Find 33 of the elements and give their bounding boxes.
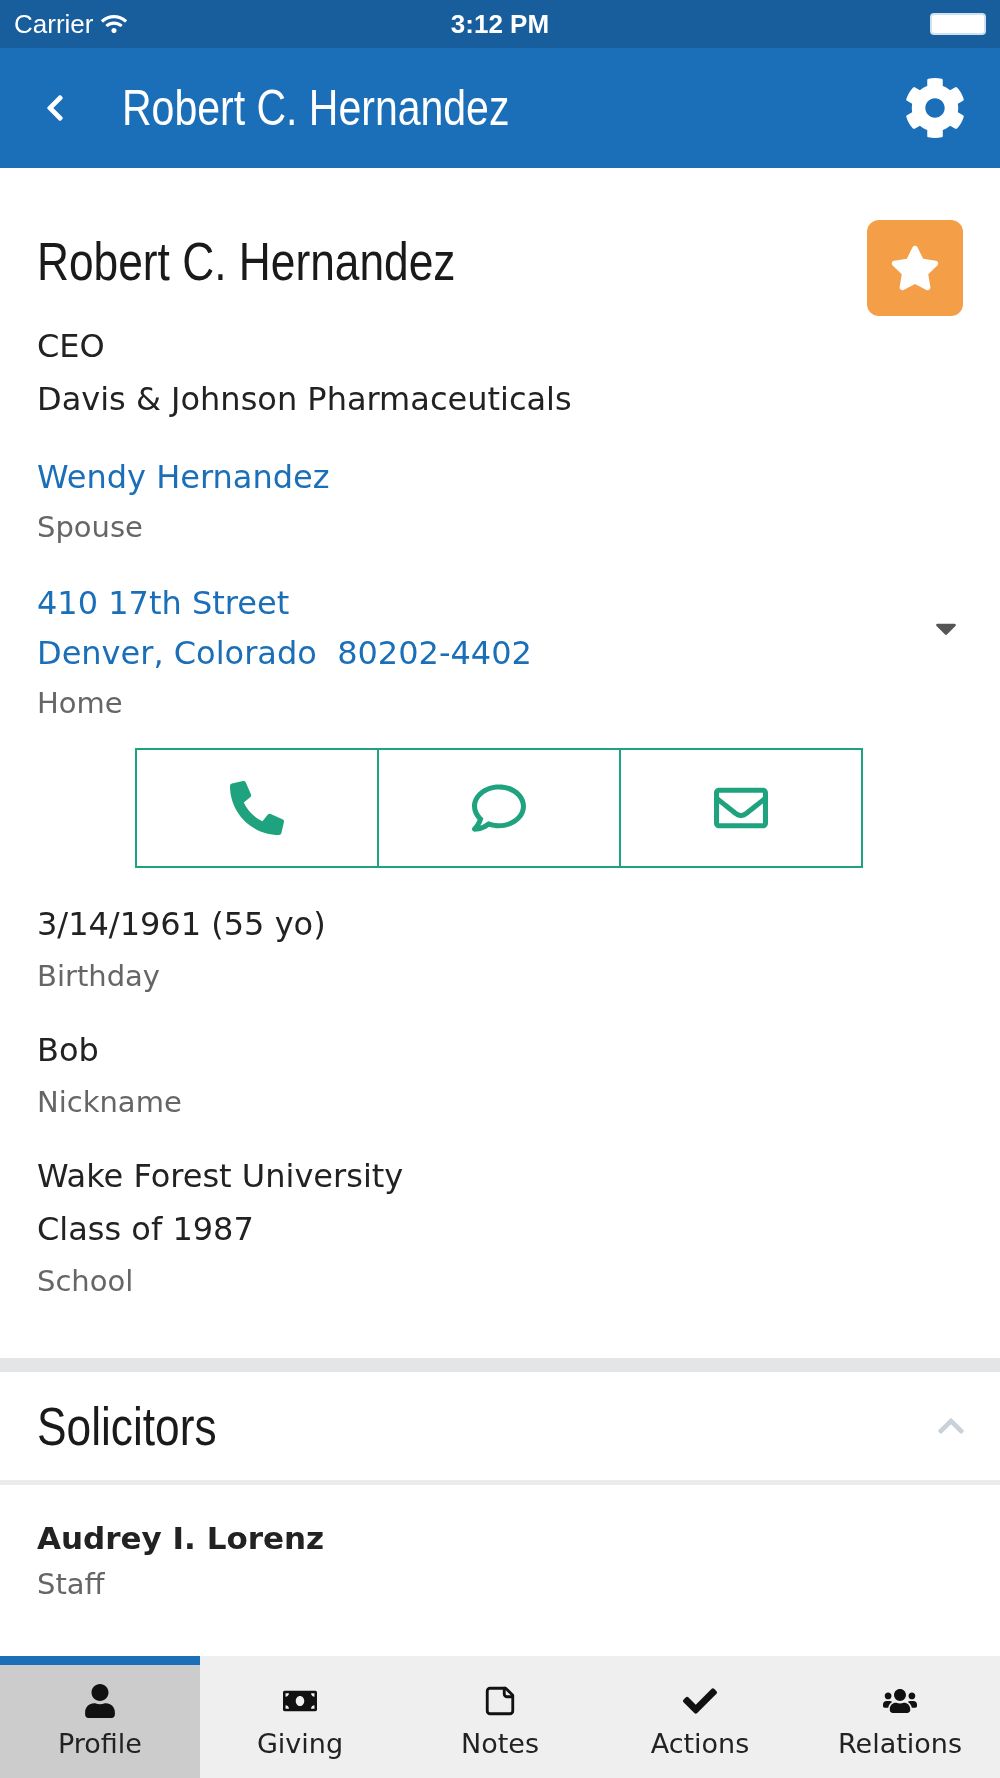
tab[interactable]: Profile bbox=[0, 1656, 200, 1778]
message-button[interactable] bbox=[377, 748, 621, 868]
settings-icon[interactable] bbox=[904, 77, 966, 139]
section-title: Solicitors bbox=[37, 1395, 217, 1457]
address-link[interactable]: Denver, Colorado 80202-4402 bbox=[37, 628, 532, 678]
field-value: Wake Forest University bbox=[37, 1156, 405, 1197]
company-name: Davis & Johnson Pharmaceuticals bbox=[37, 379, 573, 420]
carrier-label: Carrier bbox=[14, 8, 94, 40]
email-button[interactable] bbox=[619, 748, 863, 868]
phone-button[interactable] bbox=[135, 748, 379, 868]
field-label: School bbox=[37, 1263, 135, 1300]
solicitor-role: Staff bbox=[37, 1566, 106, 1603]
person-icon bbox=[83, 1684, 117, 1718]
field-label: Spouse bbox=[37, 509, 144, 546]
field-label: Nickname bbox=[37, 1084, 183, 1121]
field-label: Home bbox=[37, 685, 124, 722]
field-value: 3/14/1961 (55 yo) bbox=[37, 904, 327, 945]
phone-icon bbox=[230, 781, 284, 835]
battery-icon bbox=[930, 13, 986, 35]
contact-name: Robert C. Hernandez bbox=[37, 230, 456, 292]
spouse-link[interactable]: Wendy Hernandez bbox=[37, 452, 963, 502]
solicitor-name[interactable]: Audrey I. Lorenz bbox=[37, 1513, 963, 1563]
field-value: Bob bbox=[37, 1030, 100, 1071]
favorite-button[interactable] bbox=[867, 220, 963, 316]
field-label: Birthday bbox=[37, 958, 161, 995]
note-icon bbox=[483, 1684, 517, 1718]
job-title: CEO bbox=[37, 326, 106, 367]
star-icon bbox=[890, 243, 940, 293]
status-time: 3:12 PM bbox=[450, 8, 550, 40]
field-value: Class of 1987 bbox=[37, 1209, 255, 1250]
address-link[interactable]: 410 17th Street bbox=[37, 578, 532, 628]
nav-title: Robert C. Hernandez bbox=[122, 79, 511, 137]
speech-bubble-icon bbox=[472, 781, 526, 835]
